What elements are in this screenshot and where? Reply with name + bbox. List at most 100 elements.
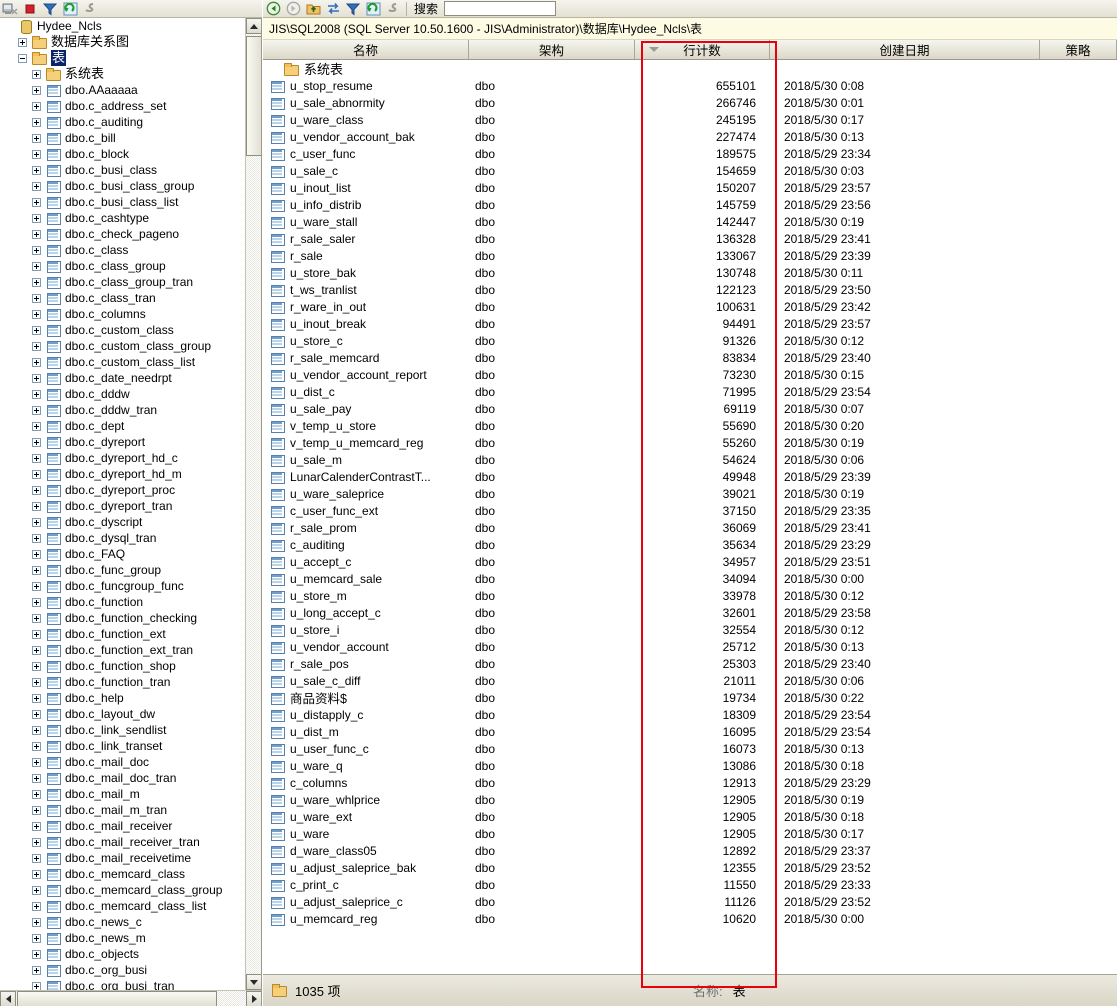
expand-icon[interactable]	[32, 213, 41, 223]
column-header[interactable]: 创建日期	[770, 40, 1040, 59]
table-row[interactable]: u_user_func_c dbo 16073 2018/5/30 0:13	[263, 740, 1117, 757]
table-row[interactable]: u_distapply_c dbo 18309 2018/5/29 23:54	[263, 706, 1117, 723]
tree-item[interactable]: dbo.c_bill	[0, 130, 246, 146]
disconnect-object-explorer-icon[interactable]	[0, 1, 20, 17]
filter-icon[interactable]	[40, 1, 60, 17]
expand-icon[interactable]	[32, 421, 41, 431]
back-icon[interactable]	[263, 1, 283, 17]
tree-item[interactable]: 系统表	[0, 66, 246, 82]
expand-icon[interactable]	[32, 837, 41, 847]
expand-icon[interactable]	[32, 517, 41, 527]
expand-icon[interactable]	[32, 85, 41, 95]
expand-icon[interactable]	[32, 533, 41, 543]
table-row[interactable]: u_ware_ext dbo 12905 2018/5/30 0:18	[263, 808, 1117, 825]
expand-icon[interactable]	[32, 293, 41, 303]
table-row[interactable]: c_auditing dbo 35634 2018/5/29 23:29	[263, 536, 1117, 553]
expand-icon[interactable]	[32, 821, 41, 831]
expand-icon[interactable]	[32, 645, 41, 655]
tree-item[interactable]: dbo.c_function_ext	[0, 626, 246, 642]
tree-item[interactable]: dbo.c_dyreport	[0, 434, 246, 450]
table-row[interactable]: u_vendor_account dbo 25712 2018/5/30 0:13	[263, 638, 1117, 655]
expand-icon[interactable]	[32, 805, 41, 815]
tree-item[interactable]: dbo.c_objects	[0, 946, 246, 962]
expand-icon[interactable]	[32, 869, 41, 879]
table-row[interactable]: t_ws_tranlist dbo 122123 2018/5/29 23:50	[263, 281, 1117, 298]
table-row[interactable]: u_ware_class dbo 245195 2018/5/30 0:17	[263, 111, 1117, 128]
expand-icon[interactable]	[32, 677, 41, 687]
column-header[interactable]: 行计数	[635, 40, 770, 59]
tree-item[interactable]: dbo.c_mail_doc_tran	[0, 770, 246, 786]
expand-icon[interactable]	[18, 37, 27, 47]
expand-icon[interactable]	[32, 613, 41, 623]
expand-icon[interactable]	[32, 437, 41, 447]
tree-item[interactable]: dbo.c_dyreport_hd_m	[0, 466, 246, 482]
table-row[interactable]: u_store_m dbo 33978 2018/5/30 0:12	[263, 587, 1117, 604]
up-one-level-icon[interactable]	[303, 1, 323, 17]
expand-icon[interactable]	[32, 901, 41, 911]
tree-item[interactable]: dbo.c_mail_receivetime	[0, 850, 246, 866]
filter-icon[interactable]	[343, 1, 363, 17]
tree-item[interactable]: dbo.c_date_needrpt	[0, 370, 246, 386]
table-row[interactable]: u_ware_q dbo 13086 2018/5/30 0:18	[263, 757, 1117, 774]
tree-item[interactable]: dbo.c_dddw	[0, 386, 246, 402]
tree-item[interactable]: dbo.c_columns	[0, 306, 246, 322]
tree-item[interactable]: dbo.c_layout_dw	[0, 706, 246, 722]
expand-icon[interactable]	[32, 709, 41, 719]
table-row[interactable]: u_inout_list dbo 150207 2018/5/29 23:57	[263, 179, 1117, 196]
collapse-icon[interactable]	[18, 53, 27, 63]
expand-icon[interactable]	[32, 581, 41, 591]
hscroll-thumb[interactable]	[17, 991, 217, 1006]
tree-root-node[interactable]: Hydee_Ncls	[0, 18, 246, 34]
table-row[interactable]: u_sale_pay dbo 69119 2018/5/30 0:07	[263, 400, 1117, 417]
tree-item[interactable]: 表	[0, 50, 246, 66]
expand-icon[interactable]	[32, 197, 41, 207]
expand-icon[interactable]	[32, 133, 41, 143]
table-row[interactable]: u_store_i dbo 32554 2018/5/30 0:12	[263, 621, 1117, 638]
expand-icon[interactable]	[32, 181, 41, 191]
tree-item[interactable]: dbo.c_class_group_tran	[0, 274, 246, 290]
tree-item[interactable]: dbo.c_news_m	[0, 930, 246, 946]
table-row[interactable]: u_inout_break dbo 94491 2018/5/29 23:57	[263, 315, 1117, 332]
column-header[interactable]: 架构	[469, 40, 635, 59]
tree-item[interactable]: dbo.c_mail_receiver_tran	[0, 834, 246, 850]
expand-icon[interactable]	[32, 357, 41, 367]
expand-icon[interactable]	[32, 277, 41, 287]
scroll-thumb[interactable]	[246, 36, 261, 156]
tree-item[interactable]: dbo.c_link_sendlist	[0, 722, 246, 738]
tree-item[interactable]: dbo.c_memcard_class_list	[0, 898, 246, 914]
table-row[interactable]: 商品资料$ dbo 19734 2018/5/30 0:22	[263, 689, 1117, 706]
expand-icon[interactable]	[32, 629, 41, 639]
expand-icon[interactable]	[32, 725, 41, 735]
tree-item[interactable]: dbo.c_mail_doc	[0, 754, 246, 770]
tree-item[interactable]: dbo.c_org_busi_tran	[0, 978, 246, 990]
table-row[interactable]: u_sale_c_diff dbo 21011 2018/5/30 0:06	[263, 672, 1117, 689]
tree-item[interactable]: dbo.c_dyreport_proc	[0, 482, 246, 498]
tree-item[interactable]: dbo.c_busi_class	[0, 162, 246, 178]
table-row[interactable]: c_user_func_ext dbo 37150 2018/5/29 23:35	[263, 502, 1117, 519]
table-row[interactable]: u_sale_c dbo 154659 2018/5/30 0:03	[263, 162, 1117, 179]
expand-icon[interactable]	[32, 933, 41, 943]
table-row[interactable]: c_columns dbo 12913 2018/5/29 23:29	[263, 774, 1117, 791]
scroll-left-button[interactable]	[0, 991, 16, 1006]
table-row[interactable]: r_sale_saler dbo 136328 2018/5/29 23:41	[263, 230, 1117, 247]
tree-item[interactable]: dbo.c_func_group	[0, 562, 246, 578]
table-row[interactable]: LunarCalenderContrastT... dbo 49948 2018/5/…	[263, 468, 1117, 485]
expand-icon[interactable]	[32, 885, 41, 895]
tree-item[interactable]: dbo.c_class_group	[0, 258, 246, 274]
expand-icon[interactable]	[32, 501, 41, 511]
scroll-right-button[interactable]	[246, 991, 261, 1006]
table-row[interactable]: c_print_c dbo 11550 2018/5/29 23:33	[263, 876, 1117, 893]
tree-item[interactable]: dbo.c_custom_class_list	[0, 354, 246, 370]
expand-icon[interactable]	[32, 101, 41, 111]
table-row[interactable]: u_sale_abnormity dbo 266746 2018/5/30 0:01	[263, 94, 1117, 111]
table-row[interactable]: u_store_c dbo 91326 2018/5/30 0:12	[263, 332, 1117, 349]
table-row[interactable]: r_sale_pos dbo 25303 2018/5/29 23:40	[263, 655, 1117, 672]
tree-item[interactable]: dbo.c_memcard_class	[0, 866, 246, 882]
expand-icon[interactable]	[32, 325, 41, 335]
tree-item[interactable]: dbo.c_check_pageno	[0, 226, 246, 242]
refresh-icon[interactable]	[363, 1, 383, 17]
tree-item[interactable]: dbo.c_dyreport_tran	[0, 498, 246, 514]
table-row[interactable]: u_stop_resume dbo 655101 2018/5/30 0:08	[263, 77, 1117, 94]
scroll-down-button[interactable]	[246, 974, 261, 990]
table-row[interactable]: r_sale_memcard dbo 83834 2018/5/29 23:40	[263, 349, 1117, 366]
